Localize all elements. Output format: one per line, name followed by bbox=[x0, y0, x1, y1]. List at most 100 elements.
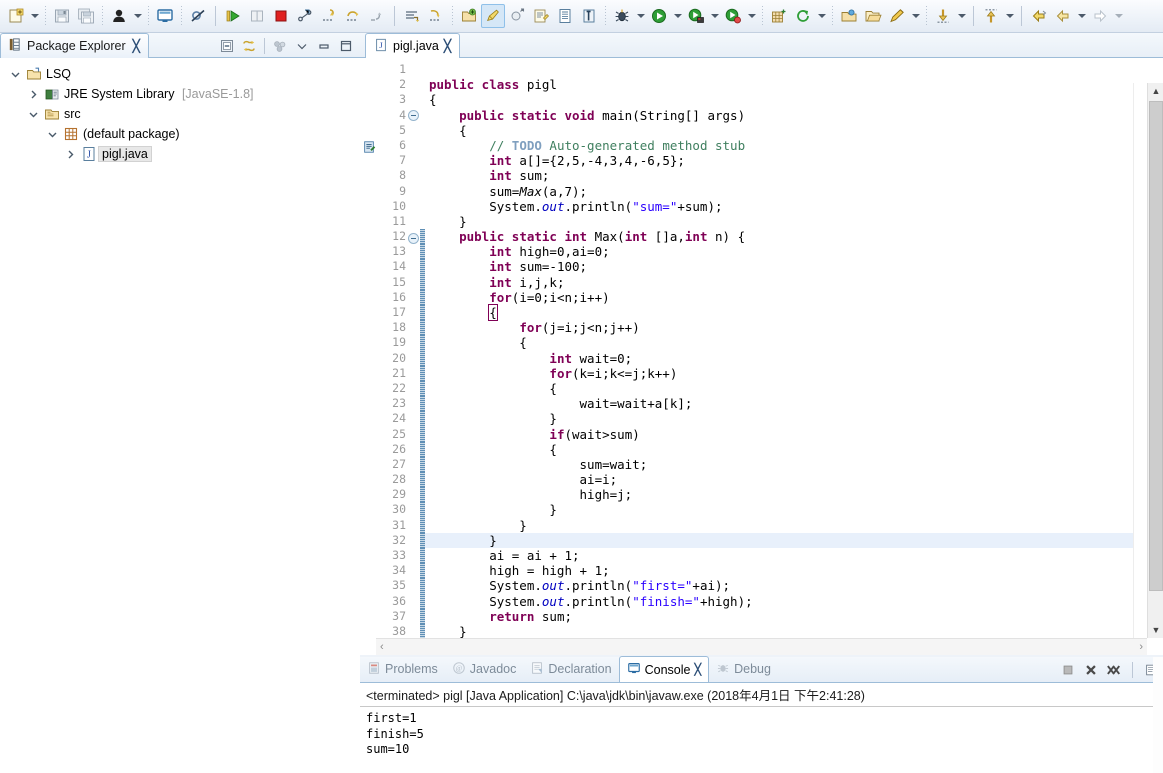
run-external-tools-icon[interactable] bbox=[684, 4, 708, 28]
previous-annotation-icon[interactable] bbox=[424, 4, 448, 28]
code-line[interactable]: public static int Max(int []a,int n) { bbox=[425, 229, 1163, 244]
chevron-down-icon[interactable] bbox=[45, 127, 59, 141]
refresh-icon[interactable] bbox=[791, 4, 815, 28]
tab-problems[interactable]: Problems bbox=[360, 656, 445, 682]
code-line[interactable]: return sum; bbox=[425, 609, 1163, 624]
external-tools-dropdown-arrow[interactable] bbox=[708, 4, 721, 28]
open-task-icon[interactable] bbox=[577, 4, 601, 28]
console-output[interactable]: first=1 finish=5 sum=10 bbox=[360, 707, 1163, 758]
tab-package-explorer[interactable]: Package Explorer ╳ bbox=[0, 33, 149, 58]
collapse-all-icon[interactable] bbox=[217, 36, 237, 56]
run-dropdown-arrow[interactable] bbox=[671, 4, 684, 28]
code-line[interactable]: public static void main(String[] args) bbox=[425, 108, 1163, 123]
step-return-icon[interactable] bbox=[365, 4, 389, 28]
edit-pencil-icon[interactable] bbox=[885, 4, 909, 28]
new-java-package-icon[interactable] bbox=[505, 4, 529, 28]
tree-item-default-package[interactable]: (default package) bbox=[0, 124, 360, 144]
code-line[interactable]: { bbox=[425, 335, 1163, 350]
tab-javadoc[interactable]: @ Javadoc bbox=[445, 656, 524, 682]
new-wizard-icon[interactable] bbox=[4, 4, 28, 28]
tree-item-jre-library[interactable]: JRE System Library [JavaSE-1.8] bbox=[0, 84, 360, 104]
open-folder-icon[interactable] bbox=[861, 4, 885, 28]
tab-pigl-java[interactable]: J pigl.java ╳ bbox=[365, 33, 461, 58]
back-dropdown-arrow[interactable] bbox=[1075, 4, 1088, 28]
new-java-project-icon[interactable] bbox=[457, 4, 481, 28]
close-icon[interactable]: ╳ bbox=[444, 39, 451, 53]
code-line[interactable]: high = high + 1; bbox=[425, 563, 1163, 578]
code-line[interactable]: ai=i; bbox=[425, 472, 1163, 487]
code-line[interactable]: } bbox=[425, 624, 1163, 639]
console-view-icon[interactable] bbox=[153, 4, 177, 28]
disconnect-icon[interactable] bbox=[293, 4, 317, 28]
scroll-down-icon[interactable]: ▼ bbox=[1148, 622, 1163, 638]
tab-declaration[interactable]: Declaration bbox=[523, 656, 618, 682]
run-icon[interactable] bbox=[647, 4, 671, 28]
fold-collapse-icon[interactable] bbox=[406, 109, 420, 125]
code-line[interactable]: for(k=i;k<=j;k++) bbox=[425, 366, 1163, 381]
open-type-icon[interactable] bbox=[553, 4, 577, 28]
back-yellow-arrow-icon[interactable] bbox=[1027, 4, 1051, 28]
chevron-down-icon[interactable] bbox=[8, 67, 22, 81]
remove-launch-icon[interactable] bbox=[1081, 660, 1101, 680]
code-line[interactable]: } bbox=[425, 518, 1163, 533]
scroll-right-icon[interactable]: › bbox=[1139, 641, 1143, 653]
close-icon[interactable]: ╳ bbox=[133, 39, 140, 53]
code-line[interactable]: public class pigl bbox=[425, 77, 1163, 92]
maximize-icon[interactable] bbox=[336, 36, 356, 56]
download-dropdown-arrow[interactable] bbox=[955, 4, 968, 28]
code-line[interactable]: { bbox=[425, 381, 1163, 396]
upload-dropdown-arrow[interactable] bbox=[1003, 4, 1016, 28]
code-line[interactable]: { bbox=[425, 442, 1163, 457]
code-line[interactable]: } bbox=[425, 532, 1163, 548]
code-line[interactable]: wait=wait+a[k]; bbox=[425, 396, 1163, 411]
code-line[interactable]: } bbox=[425, 214, 1163, 229]
suspend-icon[interactable] bbox=[245, 4, 269, 28]
coverage-dropdown-arrow[interactable] bbox=[745, 4, 758, 28]
resume-icon[interactable] bbox=[221, 4, 245, 28]
chevron-down-icon[interactable] bbox=[292, 36, 312, 56]
next-annotation-icon[interactable] bbox=[400, 4, 424, 28]
code-line[interactable]: int sum=-100; bbox=[425, 259, 1163, 274]
new-java-class-icon[interactable] bbox=[481, 4, 505, 28]
remove-all-launches-icon[interactable] bbox=[1104, 660, 1124, 680]
task-marker-icon[interactable] bbox=[362, 140, 376, 154]
code-line[interactable]: int a[]={2,5,-4,3,4,-6,5}; bbox=[425, 153, 1163, 168]
new-dropdown-arrow[interactable] bbox=[28, 4, 41, 28]
editor-horizontal-scrollbar[interactable]: ‹ › bbox=[376, 638, 1147, 655]
scroll-left-icon[interactable]: ‹ bbox=[380, 641, 384, 653]
code-line[interactable]: { bbox=[425, 123, 1163, 138]
code-line[interactable] bbox=[425, 62, 1163, 77]
code-line[interactable]: System.out.println("sum="+sum); bbox=[425, 199, 1163, 214]
minimize-icon[interactable] bbox=[314, 36, 334, 56]
chevron-down-icon[interactable] bbox=[26, 107, 40, 121]
skip-breakpoints-icon[interactable] bbox=[186, 4, 210, 28]
code-line[interactable]: { bbox=[425, 92, 1163, 107]
code-line[interactable]: int wait=0; bbox=[425, 351, 1163, 366]
tree-item-src-folder[interactable]: src bbox=[0, 104, 360, 124]
open-resource-icon[interactable] bbox=[837, 4, 861, 28]
scroll-up-icon[interactable]: ▲ bbox=[1148, 83, 1163, 99]
step-into-icon[interactable] bbox=[317, 4, 341, 28]
overview-ruler[interactable] bbox=[1133, 83, 1147, 638]
save-icon[interactable] bbox=[50, 4, 74, 28]
tree-item-java-file[interactable]: J pigl.java bbox=[0, 144, 360, 164]
new-annotation-icon[interactable] bbox=[529, 4, 553, 28]
debug-icon[interactable] bbox=[610, 4, 634, 28]
chevron-right-icon[interactable] bbox=[26, 87, 40, 101]
terminate-icon[interactable] bbox=[269, 4, 293, 28]
code-line[interactable]: if(wait>sum) bbox=[425, 427, 1163, 442]
source-code-text[interactable]: public class pigl{ public static void ma… bbox=[425, 58, 1163, 655]
code-line[interactable]: System.out.println("finish="+high); bbox=[425, 594, 1163, 609]
code-line[interactable]: sum=wait; bbox=[425, 457, 1163, 472]
close-icon[interactable]: ╳ bbox=[694, 663, 701, 676]
edit-dropdown-arrow[interactable] bbox=[909, 4, 922, 28]
code-line[interactable]: for(i=0;i<n;i++) bbox=[425, 290, 1163, 305]
upload-icon[interactable] bbox=[979, 4, 1003, 28]
code-line[interactable]: int sum; bbox=[425, 168, 1163, 183]
tab-debug[interactable]: Debug bbox=[709, 656, 778, 682]
code-line[interactable]: System.out.println("first="+ai); bbox=[425, 578, 1163, 593]
code-editor[interactable]: 1 2 3 4 5 6 7 8 9 10 11 12 13 14 15 16 17 18 19 20 21 22 23 24 2… bbox=[360, 58, 1163, 655]
back-arrow-icon[interactable] bbox=[1051, 4, 1075, 28]
code-line[interactable]: int i,j,k; bbox=[425, 275, 1163, 290]
code-line[interactable]: } bbox=[425, 502, 1163, 517]
